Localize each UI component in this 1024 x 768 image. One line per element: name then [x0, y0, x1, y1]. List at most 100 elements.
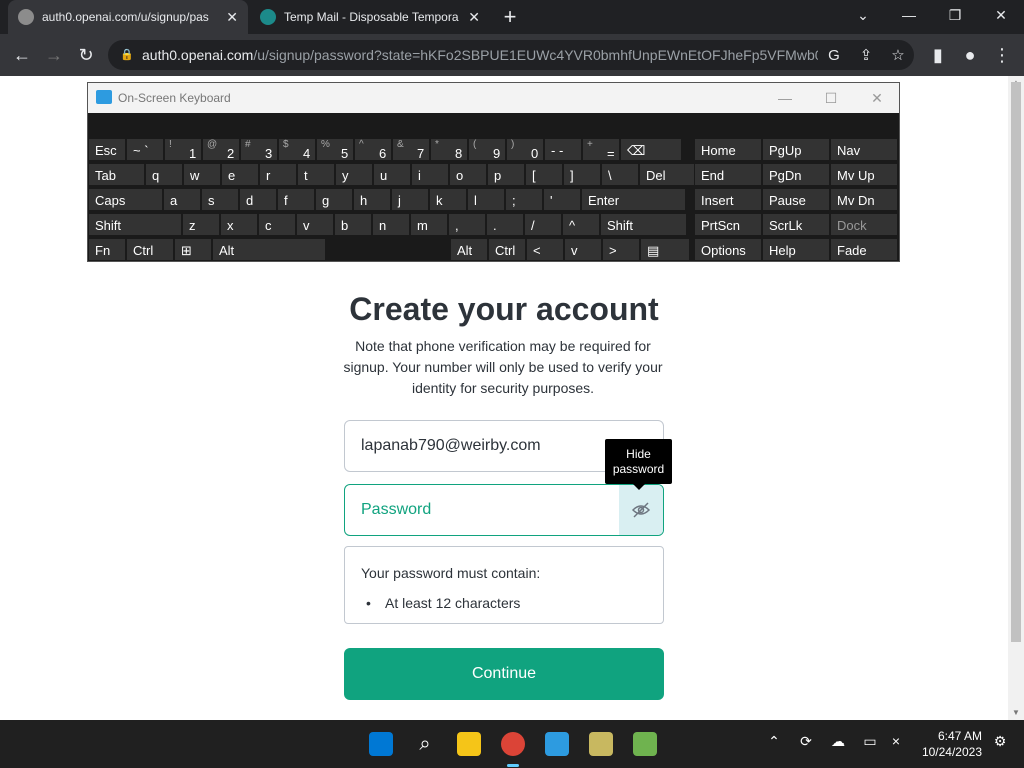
- key-help[interactable]: Help: [762, 238, 830, 261]
- key-t[interactable]: t: [297, 163, 335, 186]
- key-scrlk[interactable]: ScrLk: [762, 213, 830, 236]
- key-i[interactable]: i: [411, 163, 449, 186]
- key-k[interactable]: k: [429, 188, 467, 211]
- new-tab-button[interactable]: +: [498, 5, 522, 29]
- key-3[interactable]: Alt: [212, 238, 326, 261]
- key-3[interactable]: @2: [202, 138, 240, 161]
- key-o[interactable]: o: [449, 163, 487, 186]
- key-8[interactable]: >: [602, 238, 640, 261]
- key-12[interactable]: - -: [544, 138, 582, 161]
- key-4[interactable]: #3: [240, 138, 278, 161]
- key-insert[interactable]: Insert: [694, 188, 762, 211]
- password-field[interactable]: Password: [344, 484, 664, 536]
- key-0[interactable]: Fn: [88, 238, 126, 261]
- key-r[interactable]: r: [259, 163, 297, 186]
- continue-button[interactable]: Continue: [344, 648, 664, 700]
- key-b[interactable]: b: [334, 213, 372, 236]
- key-6[interactable]: % 5: [316, 138, 354, 161]
- tab-temp-mail[interactable]: Temp Mail - Disposable Tempora ✕: [250, 0, 490, 34]
- forward-button[interactable]: →: [42, 43, 66, 67]
- key-5[interactable]: Ctrl: [488, 238, 526, 261]
- key-p[interactable]: p: [487, 163, 525, 186]
- minimize-button[interactable]: —: [897, 5, 921, 25]
- key-options[interactable]: Options: [694, 238, 762, 261]
- osk-maximize-button[interactable]: ☐: [816, 83, 846, 113]
- key-13[interactable]: + =: [582, 138, 620, 161]
- key-u[interactable]: u: [373, 163, 411, 186]
- key-e[interactable]: e: [221, 163, 259, 186]
- osk-minimize-button[interactable]: —: [770, 83, 800, 113]
- key-Enter[interactable]: Enter: [581, 188, 686, 211]
- key-m[interactable]: m: [410, 213, 448, 236]
- bee-app-icon[interactable]: [589, 732, 613, 756]
- key-a[interactable]: a: [163, 188, 201, 211]
- bookmark-star-icon[interactable]: ☆: [888, 46, 908, 66]
- key-14[interactable]: ⌫: [620, 138, 682, 161]
- sync-icon[interactable]: ⟳: [796, 733, 816, 750]
- key-5[interactable]: $4: [278, 138, 316, 161]
- share-icon[interactable]: ⇪: [856, 46, 876, 66]
- osk-taskbar-icon[interactable]: [545, 732, 569, 756]
- key-g[interactable]: g: [315, 188, 353, 211]
- start-windows-icon[interactable]: [369, 732, 393, 756]
- key-1[interactable]: Ctrl: [126, 238, 174, 261]
- close-window-button[interactable]: ✕: [989, 5, 1013, 25]
- key-nav[interactable]: Nav: [830, 138, 898, 161]
- key-2[interactable]: ! 1: [164, 138, 202, 161]
- key-l[interactable]: l: [467, 188, 505, 211]
- chrome-icon[interactable]: [501, 732, 525, 756]
- key-z[interactable]: z: [182, 213, 220, 236]
- key-Shift[interactable]: Shift: [600, 213, 687, 236]
- search-icon[interactable]: ⌕: [413, 732, 437, 756]
- google-lens-icon[interactable]: G: [824, 46, 844, 66]
- key-pause[interactable]: Pause: [762, 188, 830, 211]
- osk-title-bar[interactable]: On-Screen Keyboard — ☐ ✕: [88, 83, 899, 113]
- key-pgup[interactable]: PgUp: [762, 138, 830, 161]
- key-pgdn[interactable]: PgDn: [762, 163, 830, 186]
- key-f[interactable]: f: [277, 188, 315, 211]
- scroll-down-arrow-icon[interactable]: ▼: [1008, 708, 1024, 717]
- key-7[interactable]: ^ 6: [354, 138, 392, 161]
- key-d[interactable]: d: [239, 188, 277, 211]
- reload-button[interactable]: ↻: [74, 43, 98, 67]
- key-4[interactable]: Alt: [450, 238, 488, 261]
- key-prtscn[interactable]: PrtScn: [694, 213, 762, 236]
- scrollbar-thumb[interactable]: [1011, 82, 1021, 642]
- back-button[interactable]: ←: [10, 43, 34, 67]
- cloud-icon[interactable]: ☁: [828, 733, 848, 750]
- key-mv-up[interactable]: Mv Up: [830, 163, 898, 186]
- tab-auth0[interactable]: auth0.openai.com/u/signup/pas ✕: [8, 0, 248, 34]
- page-scrollbar[interactable]: ▲ ▼: [1008, 76, 1024, 720]
- key-[[interactable]: [: [525, 163, 563, 186]
- clock[interactable]: 6:47 AM 10/24/2023: [918, 728, 982, 760]
- key-;[interactable]: ;: [505, 188, 543, 211]
- key-11[interactable]: ) 0: [506, 138, 544, 161]
- key-y[interactable]: y: [335, 163, 373, 186]
- key-9[interactable]: ▤: [640, 238, 690, 261]
- notepad-app-icon[interactable]: [633, 732, 657, 756]
- key-9[interactable]: * 8: [430, 138, 468, 161]
- osk-close-button[interactable]: ✕: [862, 83, 892, 113]
- key-mv-dn[interactable]: Mv Dn: [830, 188, 898, 211]
- key-Del[interactable]: Del: [639, 163, 701, 186]
- key-w[interactable]: w: [183, 163, 221, 186]
- address-bar[interactable]: 🔒 auth0.openai.com/u/signup/password?sta…: [108, 40, 914, 70]
- restore-button[interactable]: ❐: [943, 5, 967, 25]
- key-.[interactable]: .: [486, 213, 524, 236]
- key-10[interactable]: (9: [468, 138, 506, 161]
- tab-search-icon[interactable]: ⌄: [851, 5, 875, 25]
- key-q[interactable]: q: [145, 163, 183, 186]
- key-Tab[interactable]: Tab: [88, 163, 145, 186]
- key-6[interactable]: <: [526, 238, 564, 261]
- show-hidden-icons-chevron-icon[interactable]: ⌃: [764, 733, 784, 750]
- key-Shift[interactable]: Shift: [88, 213, 182, 236]
- profile-icon[interactable]: ●: [958, 43, 982, 67]
- key-\[interactable]: \: [601, 163, 639, 186]
- tab-close-icon[interactable]: ✕: [468, 9, 480, 26]
- key-Caps[interactable]: Caps: [88, 188, 163, 211]
- volume-mute-icon[interactable]: ×: [886, 733, 906, 749]
- key-][interactable]: ]: [563, 163, 601, 186]
- network-icon[interactable]: ▭: [860, 733, 880, 750]
- key-v[interactable]: v: [296, 213, 334, 236]
- key-1[interactable]: ~ `: [126, 138, 164, 161]
